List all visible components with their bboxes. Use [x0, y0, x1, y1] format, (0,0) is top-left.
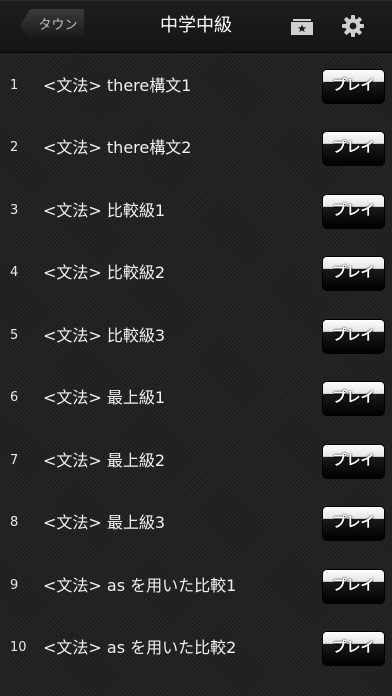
play-button[interactable]: プレイ — [323, 320, 384, 353]
lesson-number: 8 — [10, 515, 19, 530]
lesson-number: 5 — [10, 328, 19, 343]
lesson-title: <文法> 最上級1 — [43, 388, 166, 407]
play-button-label: プレイ — [332, 265, 375, 281]
lesson-title: <文法> 最上級3 — [43, 513, 166, 532]
list-item[interactable]: 5 <文法> 比較級3 プレイ — [0, 305, 392, 367]
lesson-number: 4 — [10, 265, 19, 280]
list-item[interactable]: 10 <文法> as を用いた比較2 プレイ — [0, 617, 392, 679]
lesson-title: <文法> 比較級1 — [43, 201, 166, 220]
lesson-title: <文法> there構文2 — [43, 138, 192, 157]
play-button-label: プレイ — [332, 453, 375, 469]
page-title: 中学中級 — [160, 15, 232, 36]
play-button-label: プレイ — [332, 515, 375, 531]
back-button-label: タウン — [38, 18, 78, 33]
play-button-label: プレイ — [332, 578, 375, 594]
lesson-number: 1 — [10, 78, 19, 93]
lesson-title: <文法> 比較級3 — [43, 326, 166, 345]
play-button[interactable]: プレイ — [323, 70, 384, 103]
lesson-list: 1 <文法> there構文1 プレイ 2 <文法> there構文2 プレイ … — [0, 53, 392, 696]
play-button-label: プレイ — [332, 390, 375, 406]
list-item[interactable]: 9 <文法> as を用いた比較1 プレイ — [0, 555, 392, 617]
lesson-title: <文法> 最上級2 — [43, 451, 166, 470]
list-item[interactable]: 7 <文法> 最上級2 プレイ — [0, 430, 392, 492]
list-item[interactable]: 4 <文法> 比較級2 プレイ — [0, 242, 392, 304]
play-button-label: プレイ — [332, 328, 375, 344]
lesson-title: <文法> there構文1 — [43, 76, 192, 95]
play-button[interactable]: プレイ — [323, 195, 384, 228]
list-item[interactable]: 3 <文法> 比較級1 プレイ — [0, 180, 392, 242]
folder-star-icon[interactable] — [290, 16, 314, 36]
lesson-number: 6 — [10, 390, 19, 405]
play-button[interactable]: プレイ — [323, 132, 384, 165]
list-item[interactable]: 8 <文法> 最上級3 プレイ — [0, 492, 392, 554]
play-button[interactable]: プレイ — [323, 445, 384, 478]
play-button[interactable]: プレイ — [323, 382, 384, 415]
play-button[interactable]: プレイ — [323, 507, 384, 540]
lesson-number: 3 — [10, 203, 19, 218]
lesson-number: 7 — [10, 453, 19, 468]
gear-icon[interactable] — [341, 14, 365, 38]
play-button-label: プレイ — [332, 640, 375, 656]
lesson-number: 9 — [10, 578, 19, 593]
play-button-label: プレイ — [332, 140, 375, 156]
list-item[interactable]: 2 <文法> there構文2 プレイ — [0, 117, 392, 179]
lesson-number: 10 — [10, 640, 27, 655]
list-item[interactable]: 6 <文法> 最上級1 プレイ — [0, 367, 392, 429]
play-button[interactable]: プレイ — [323, 632, 384, 665]
play-button[interactable]: プレイ — [323, 257, 384, 290]
back-button[interactable]: タウン — [20, 9, 84, 42]
lesson-number: 2 — [10, 140, 19, 155]
lesson-title: <文法> as を用いた比較1 — [43, 576, 237, 595]
list-item[interactable]: 1 <文法> there構文1 プレイ — [0, 55, 392, 117]
play-button[interactable]: プレイ — [323, 570, 384, 603]
play-button-label: プレイ — [332, 203, 375, 219]
navigation-bar: タウン 中学中級 — [0, 0, 392, 53]
play-button-label: プレイ — [332, 78, 375, 94]
lesson-title: <文法> 比較級2 — [43, 263, 166, 282]
lesson-title: <文法> as を用いた比較2 — [43, 638, 237, 657]
